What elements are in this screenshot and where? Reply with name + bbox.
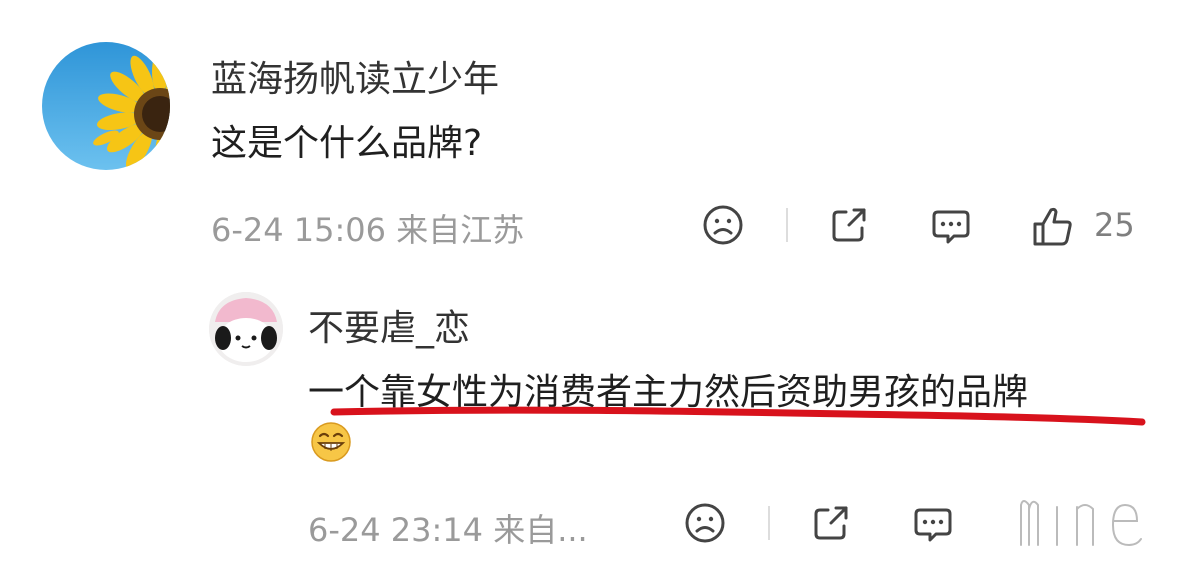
comment-username[interactable]: 蓝海扬帆读立少年 — [211, 50, 499, 102]
grinning-emoji — [310, 421, 352, 463]
watermark-logo — [1018, 498, 1144, 549]
share-icon — [814, 506, 848, 540]
like-button[interactable] — [1031, 204, 1075, 248]
reply-username[interactable]: 不要虐_恋 — [308, 299, 470, 351]
comment-text: 这是个什么品牌? — [211, 123, 483, 164]
dislike-button[interactable] — [702, 204, 744, 246]
comment-button[interactable] — [930, 204, 972, 246]
like-thumb-icon — [1033, 207, 1072, 246]
dislike-face-icon — [703, 205, 743, 245]
dislike-face-icon — [685, 503, 725, 543]
share-button[interactable] — [828, 204, 870, 246]
grinning-emoji-icon — [311, 422, 351, 462]
avatar[interactable] — [42, 42, 170, 170]
red-underline-annotation — [330, 406, 1146, 426]
reply-avatar[interactable] — [209, 292, 283, 366]
comment-icon — [914, 508, 952, 542]
action-divider — [786, 208, 788, 242]
panda-avatar-icon — [209, 292, 283, 366]
reply-comment-button[interactable] — [912, 502, 954, 544]
comment-meta: 6-24 15:06 来自江苏 — [211, 211, 525, 249]
share-icon — [832, 208, 866, 242]
reply-meta: 6-24 23:14 来自... — [308, 511, 588, 549]
reply-share-button[interactable] — [810, 502, 852, 544]
reply-dislike-button[interactable] — [684, 502, 726, 544]
like-count: 25 — [1094, 206, 1135, 244]
reply-action-divider — [768, 506, 770, 540]
sunflower-avatar-icon — [42, 42, 170, 170]
comment-icon — [932, 210, 970, 244]
